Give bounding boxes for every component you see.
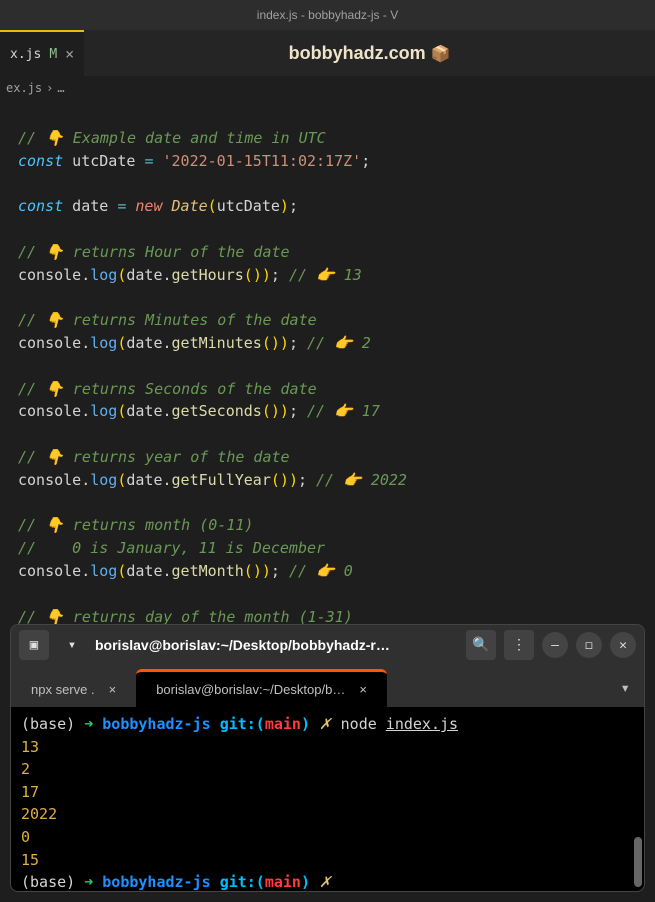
close-button[interactable]: ✕ [610, 632, 636, 658]
minimize-button[interactable]: — [542, 632, 568, 658]
tab-modified-indicator: M [49, 47, 57, 62]
terminal-window: ▣ ▾ borislav@borislav:~/Desktop/bobbyhad… [10, 624, 645, 892]
terminal-output: 13 [21, 736, 634, 759]
new-tab-button[interactable]: ▣ [19, 630, 49, 660]
terminal-output: 15 [21, 849, 634, 872]
window-title: index.js - bobbyhadz-js - V [257, 8, 398, 22]
chevron-down-icon[interactable]: ▾ [606, 668, 644, 707]
terminal-output: 0 [21, 826, 634, 849]
terminal-tab-shell[interactable]: borislav@borislav:~/Desktop/b… × [136, 669, 387, 707]
menu-icon[interactable]: ⋮ [504, 630, 534, 660]
breadcrumb[interactable]: ex.js › … [0, 76, 655, 100]
banner-text: bobbyhadz.com [289, 43, 426, 63]
terminal-output: 2022 [21, 803, 634, 826]
terminal-tabs: npx serve . × borislav@borislav:~/Deskto… [11, 665, 644, 707]
code-comment: // 👇 Example date and time in UTC [18, 129, 326, 147]
close-icon[interactable]: × [359, 682, 367, 697]
maximize-button[interactable]: ◻ [576, 632, 602, 658]
dropdown-icon[interactable]: ▾ [57, 630, 87, 660]
terminal-titlebar: ▣ ▾ borislav@borislav:~/Desktop/bobbyhad… [11, 625, 644, 665]
close-icon[interactable]: × [109, 682, 117, 697]
terminal-body[interactable]: (base) ➜ bobbyhadz-js git:(main) ✗ node … [11, 707, 644, 891]
terminal-tab-label: npx serve . [31, 682, 95, 697]
close-icon[interactable]: × [65, 45, 74, 63]
cube-icon: 📦 [431, 46, 451, 63]
code-editor[interactable]: // 👇 Example date and time in UTC const … [0, 100, 655, 655]
tab-name: x.js [10, 47, 41, 62]
window-title-bar: index.js - bobbyhadz-js - V [0, 0, 655, 30]
terminal-output: 2 [21, 758, 634, 781]
breadcrumb-more: … [57, 81, 64, 95]
scrollbar[interactable] [634, 837, 642, 887]
editor-tab-bar: x.js M × bobbyhadz.com 📦 [0, 30, 655, 76]
breadcrumb-file: ex.js [6, 81, 42, 95]
terminal-title: borislav@borislav:~/Desktop/bobbyhadz-r… [95, 637, 458, 653]
site-banner: bobbyhadz.com 📦 [84, 43, 655, 64]
code-keyword: const [18, 152, 63, 170]
terminal-output: 17 [21, 781, 634, 804]
terminal-tab-label: borislav@borislav:~/Desktop/b… [156, 682, 345, 697]
search-icon[interactable]: 🔍 [466, 630, 496, 660]
editor-tab-index-js[interactable]: x.js M × [0, 30, 84, 76]
terminal-tab-serve[interactable]: npx serve . × [11, 672, 136, 707]
chevron-right-icon: › [46, 81, 53, 95]
